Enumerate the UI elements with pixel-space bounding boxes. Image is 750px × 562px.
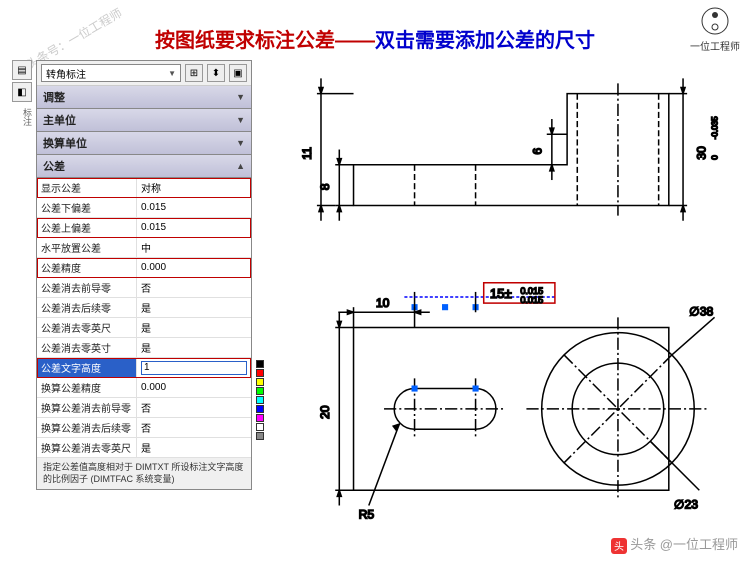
property-value[interactable]: 0.000	[137, 378, 251, 397]
section-adjust[interactable]: 调整▼	[37, 86, 251, 109]
property-label: 显示公差	[37, 178, 137, 197]
svg-text:20: 20	[318, 405, 332, 419]
toutiao-icon: 头	[611, 538, 627, 554]
property-row[interactable]: 显示公差对称	[37, 178, 251, 198]
svg-text:10: 10	[376, 296, 390, 310]
property-value[interactable]: 0.015	[137, 218, 251, 237]
svg-text:-0.035: -0.035	[711, 116, 720, 140]
chevron-down-icon: ▼	[168, 69, 176, 78]
property-row[interactable]: 公差消去零英寸是	[37, 338, 251, 358]
property-label: 公差下偏差	[37, 198, 137, 217]
icon-btn-3[interactable]: ▣	[229, 64, 247, 82]
property-row[interactable]: 公差消去前导零否	[37, 278, 251, 298]
svg-text:∅23: ∅23	[674, 498, 698, 512]
property-value[interactable]: 否	[137, 278, 251, 297]
svg-text:6: 6	[531, 148, 545, 155]
chevron-down-icon: ▼	[236, 138, 245, 148]
property-row[interactable]: 公差下偏差0.015	[37, 198, 251, 218]
style-combo[interactable]: 转角标注▼	[41, 64, 181, 82]
property-value[interactable]	[137, 358, 251, 377]
tool-2[interactable]: ◧	[12, 82, 32, 102]
chevron-down-icon: ▼	[236, 115, 245, 125]
property-input[interactable]	[141, 361, 247, 375]
property-row[interactable]: 公差上偏差0.015	[37, 218, 251, 238]
property-list: 显示公差对称公差下偏差0.015公差上偏差0.015水平放置公差中公差精度0.0…	[37, 178, 251, 458]
property-label: 水平放置公差	[37, 238, 137, 257]
svg-text:11: 11	[300, 147, 314, 160]
color-palette[interactable]	[256, 360, 266, 441]
page-title: 按图纸要求标注公差——双击需要添加公差的尺寸	[0, 24, 750, 53]
property-label: 公差精度	[37, 258, 137, 277]
chevron-down-icon: ▼	[236, 92, 245, 102]
author-logo: 一位工程师	[690, 6, 740, 53]
property-label: 换算公差消去前导零	[37, 398, 137, 417]
section-tolerance[interactable]: 公差▲	[37, 155, 251, 178]
property-value[interactable]: 否	[137, 398, 251, 417]
property-row[interactable]: 换算公差精度0.000	[37, 378, 251, 398]
svg-text:头: 头	[614, 541, 624, 553]
property-value[interactable]: 是	[137, 318, 251, 337]
help-text: 指定公差值高度相对于 DIMTXT 所设标注文字高度的比例因子 (DIMTFAC…	[37, 458, 251, 489]
properties-panel: 转角标注▼ ⊞ ⬍ ▣ 调整▼ 主单位▼ 换算单位▼ 公差▲ 显示公差对称公差下…	[36, 60, 252, 490]
property-row[interactable]: 公差消去零英尺是	[37, 318, 251, 338]
cad-drawing-area[interactable]: 6 8 11 30 0 -0.035 10	[262, 62, 740, 532]
svg-text:15±: 15±	[490, 286, 512, 301]
property-row[interactable]: 公差消去后续零是	[37, 298, 251, 318]
icon-btn-1[interactable]: ⊞	[185, 64, 203, 82]
property-row[interactable]: 水平放置公差中	[37, 238, 251, 258]
left-toolbar: ▤ ◧ 标注	[12, 60, 34, 130]
svg-text:8: 8	[318, 183, 332, 190]
panel-header-row: 转角标注▼ ⊞ ⬍ ▣	[37, 61, 251, 86]
icon-btn-2[interactable]: ⬍	[207, 64, 225, 82]
svg-text:R5: R5	[359, 508, 375, 522]
property-label: 公差消去前导零	[37, 278, 137, 297]
property-row[interactable]: 换算公差消去前导零否	[37, 398, 251, 418]
property-value[interactable]: 0.015	[137, 198, 251, 217]
property-row[interactable]: 换算公差消去零英尺是	[37, 438, 251, 458]
property-label: 公差消去零英寸	[37, 338, 137, 357]
sidebar-label: 标注	[12, 104, 34, 130]
watermark-bottom: 头 头条 @一位工程师	[611, 534, 738, 554]
property-row[interactable]: 换算公差消去后续零否	[37, 418, 251, 438]
svg-text:0: 0	[711, 155, 720, 160]
property-value[interactable]: 对称	[137, 178, 251, 197]
svg-text:30: 30	[694, 146, 708, 160]
property-value[interactable]: 否	[137, 418, 251, 437]
property-label: 公差消去零英尺	[37, 318, 137, 337]
tool-1[interactable]: ▤	[12, 60, 32, 80]
property-label: 公差上偏差	[37, 218, 137, 237]
logo-icon	[700, 6, 730, 36]
section-main-unit[interactable]: 主单位▼	[37, 109, 251, 132]
property-label: 换算公差消去零英尺	[37, 438, 137, 457]
section-alt-unit[interactable]: 换算单位▼	[37, 132, 251, 155]
property-label: 公差文字高度	[37, 358, 137, 377]
property-row[interactable]: 公差文字高度	[37, 358, 251, 378]
property-value[interactable]: 是	[137, 438, 251, 457]
property-label: 换算公差消去后续零	[37, 418, 137, 437]
svg-text:∅38: ∅38	[689, 304, 713, 318]
property-value[interactable]: 中	[137, 238, 251, 257]
property-value[interactable]: 0.000	[137, 258, 251, 277]
chevron-up-icon: ▲	[236, 161, 245, 171]
svg-text:0.015: 0.015	[520, 295, 543, 305]
property-label: 公差消去后续零	[37, 298, 137, 317]
property-value[interactable]: 是	[137, 338, 251, 357]
property-row[interactable]: 公差精度0.000	[37, 258, 251, 278]
property-value[interactable]: 是	[137, 298, 251, 317]
property-label: 换算公差精度	[37, 378, 137, 397]
